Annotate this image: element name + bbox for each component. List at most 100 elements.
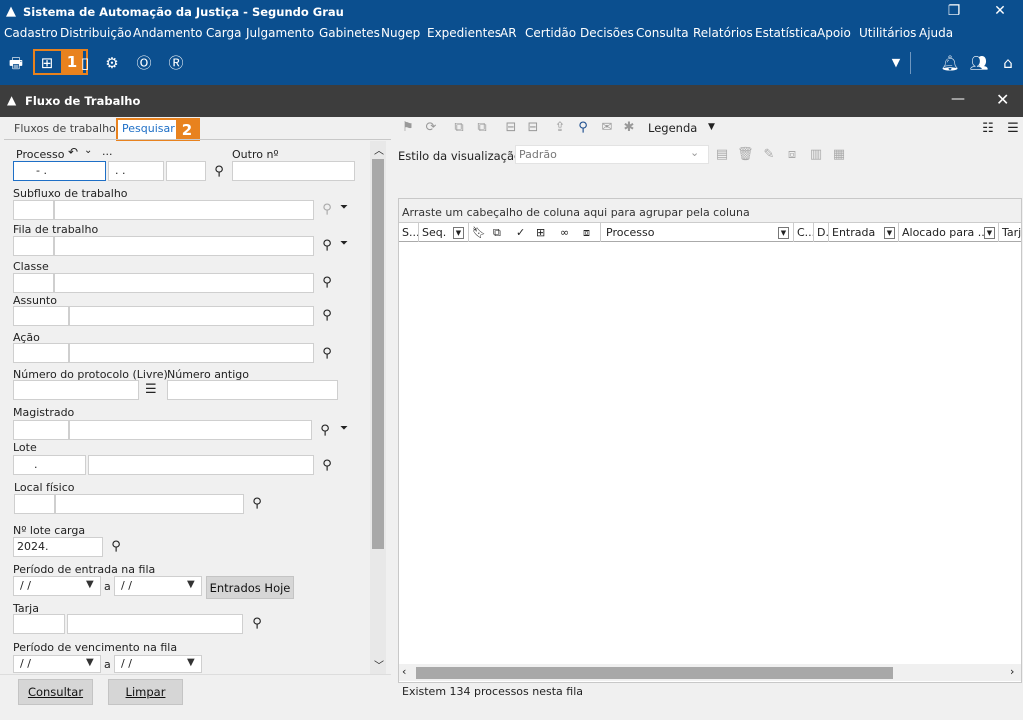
tarja-code-input[interactable] xyxy=(13,614,65,634)
processo-input-2[interactable]: . . xyxy=(108,161,164,181)
antigo-input[interactable] xyxy=(167,380,338,400)
entrada-to-chevron-icon[interactable]: ▼ xyxy=(187,579,195,590)
document-icon[interactable]: ▯ xyxy=(80,51,90,75)
upload-icon[interactable]: ⇪ xyxy=(552,120,568,136)
menu-andamento[interactable]: Andamento xyxy=(133,26,203,40)
classe-search-icon[interactable]: ⚲ xyxy=(320,276,334,290)
consultar-button[interactable]: Consultar xyxy=(18,679,93,705)
fila-search-icon[interactable]: ⚲ xyxy=(320,239,334,253)
lote-desc-input[interactable] xyxy=(88,455,314,475)
subfluxo-search-icon[interactable]: ⚲ xyxy=(320,203,334,217)
col-d[interactable]: D... xyxy=(814,223,829,242)
menu-certidao[interactable]: Certidão xyxy=(525,26,576,40)
estilo-select[interactable]: Padrão xyxy=(515,145,709,164)
processo-chevron-icon[interactable]: ⌄ xyxy=(84,145,92,156)
paste-icon[interactable]: ⧉ xyxy=(474,120,490,136)
col-tarja[interactable]: Tarj xyxy=(999,223,1021,242)
classe-code-input[interactable] xyxy=(13,273,54,293)
document-r-icon[interactable]: Ⓡ xyxy=(164,51,188,75)
menu-relatorios[interactable]: Relatórios xyxy=(693,26,753,40)
menu-nugep[interactable]: Nugep xyxy=(381,26,420,40)
assunto-search-icon[interactable]: ⚲ xyxy=(320,309,334,323)
lock-icon[interactable]: ⊟ xyxy=(503,120,519,136)
columns-icon[interactable]: ▦ xyxy=(831,147,847,163)
scrollbar-thumb[interactable] xyxy=(372,159,384,549)
export-icon[interactable]: ⧈ xyxy=(784,147,800,163)
col-check-icon[interactable]: ✓ xyxy=(516,226,525,239)
menu-cadastro[interactable]: Cadastro xyxy=(4,26,58,40)
restore-icon[interactable]: ❐ xyxy=(931,0,977,24)
col-entrada-filter-icon[interactable]: ▼ xyxy=(884,227,895,239)
lote-input[interactable]: . xyxy=(13,455,86,475)
col-copy-icon[interactable]: ⧉ xyxy=(493,226,501,240)
processo-input[interactable]: - . xyxy=(13,161,106,181)
limpar-button[interactable]: Limpar xyxy=(108,679,183,705)
processo-search-icon[interactable]: ⚲ xyxy=(212,165,226,179)
hscroll-right-icon[interactable]: › xyxy=(1010,665,1014,678)
search-doc-icon[interactable]: ⚲ xyxy=(575,120,591,136)
menu-distribuicao[interactable]: Distribuição xyxy=(60,26,132,40)
subfluxo-filter-icon[interactable]: ⏷ xyxy=(340,202,348,213)
col-s[interactable]: S... xyxy=(399,223,419,242)
classe-input[interactable] xyxy=(54,273,314,293)
unlock-icon[interactable]: ⊟ xyxy=(525,120,541,136)
subfluxo-input[interactable] xyxy=(54,200,314,220)
assunto-input[interactable] xyxy=(69,306,314,326)
clipboard-icon[interactable]: ▥ xyxy=(808,147,824,163)
edit-icon[interactable]: ✎ xyxy=(761,147,777,163)
local-search-icon[interactable]: ⚲ xyxy=(250,497,264,511)
magistrado-search-icon[interactable]: ⚲ xyxy=(318,424,332,438)
subfluxo-code-input[interactable] xyxy=(13,200,54,220)
menu-julgamento[interactable]: Julgamento xyxy=(246,26,314,40)
home-icon[interactable]: ⌂ xyxy=(996,51,1020,75)
assunto-code-input[interactable] xyxy=(13,306,69,326)
acao-search-icon[interactable]: ⚲ xyxy=(320,347,334,361)
copy-icon[interactable]: ⧉ xyxy=(451,120,467,136)
tab-fluxos[interactable]: Fluxos de trabalho xyxy=(14,122,116,135)
refresh-icon[interactable]: ⟳ xyxy=(423,120,439,136)
list-view-icon[interactable]: ☰ xyxy=(1005,121,1021,137)
users-icon[interactable]: 👥︎ xyxy=(967,51,991,75)
venc-to-chevron-icon[interactable]: ▼ xyxy=(187,657,195,668)
magistrado-filter-icon[interactable]: ⏷ xyxy=(340,423,348,434)
undo-icon[interactable]: ↶ xyxy=(68,145,78,159)
hscroll-left-icon[interactable]: ‹ xyxy=(402,665,406,678)
fila-input[interactable] xyxy=(54,236,314,256)
tarja-input[interactable] xyxy=(67,614,243,634)
estilo-chevron-icon[interactable]: ⌄ xyxy=(690,146,699,159)
local-input[interactable] xyxy=(55,494,244,514)
menu-apoio[interactable]: Apoio xyxy=(817,26,851,40)
document-o-icon[interactable]: Ⓞ xyxy=(132,51,156,75)
menu-gabinetes[interactable]: Gabinetes xyxy=(319,26,380,40)
bell-icon[interactable]: 🔔︎ xyxy=(938,51,962,75)
clear-icon[interactable]: ✱ xyxy=(621,120,637,136)
entrados-hoje-button[interactable]: Entrados Hoje xyxy=(206,576,294,599)
acao-input[interactable] xyxy=(69,343,314,363)
processo-more[interactable]: ... xyxy=(102,145,113,158)
menu-carga[interactable]: Carga xyxy=(206,26,241,40)
col-seq-filter-icon[interactable]: ▼ xyxy=(453,227,464,239)
menu-utilitarios[interactable]: Utilitários xyxy=(859,26,916,40)
tarja-search-icon[interactable]: ⚲ xyxy=(250,617,264,631)
col-processo-filter-icon[interactable]: ▼ xyxy=(778,227,789,239)
magistrado-code-input[interactable] xyxy=(13,420,69,440)
list-icon[interactable]: ☰ xyxy=(145,382,157,397)
scroll-up-icon[interactable]: ︿ xyxy=(374,142,384,157)
legenda-chevron-icon[interactable]: ▼ xyxy=(708,122,715,132)
scroll-down-icon[interactable]: ﹀ xyxy=(374,657,384,672)
flag-icon[interactable]: ⚑ xyxy=(400,120,416,136)
menu-ar[interactable]: AR xyxy=(500,26,517,40)
entrada-from-chevron-icon[interactable]: ▼ xyxy=(86,579,94,590)
tab-pesquisar[interactable]: Pesquisar xyxy=(122,122,175,135)
panel-close-icon[interactable]: ✕ xyxy=(996,90,1009,109)
menu-estatistica[interactable]: Estatística xyxy=(755,26,817,40)
workflow-tree-icon[interactable]: ⊞ xyxy=(35,51,59,75)
fila-code-input[interactable] xyxy=(13,236,54,256)
local-code-input[interactable] xyxy=(14,494,55,514)
processo-input-3[interactable] xyxy=(166,161,206,181)
lote-carga-search-icon[interactable]: ⚲ xyxy=(109,540,123,554)
tree-view-icon[interactable]: ☷ xyxy=(980,121,996,137)
col-processo[interactable]: Processo xyxy=(603,223,794,242)
comment-icon[interactable]: ✉ xyxy=(599,120,615,136)
printer-icon[interactable]: 🖶 xyxy=(4,51,28,75)
